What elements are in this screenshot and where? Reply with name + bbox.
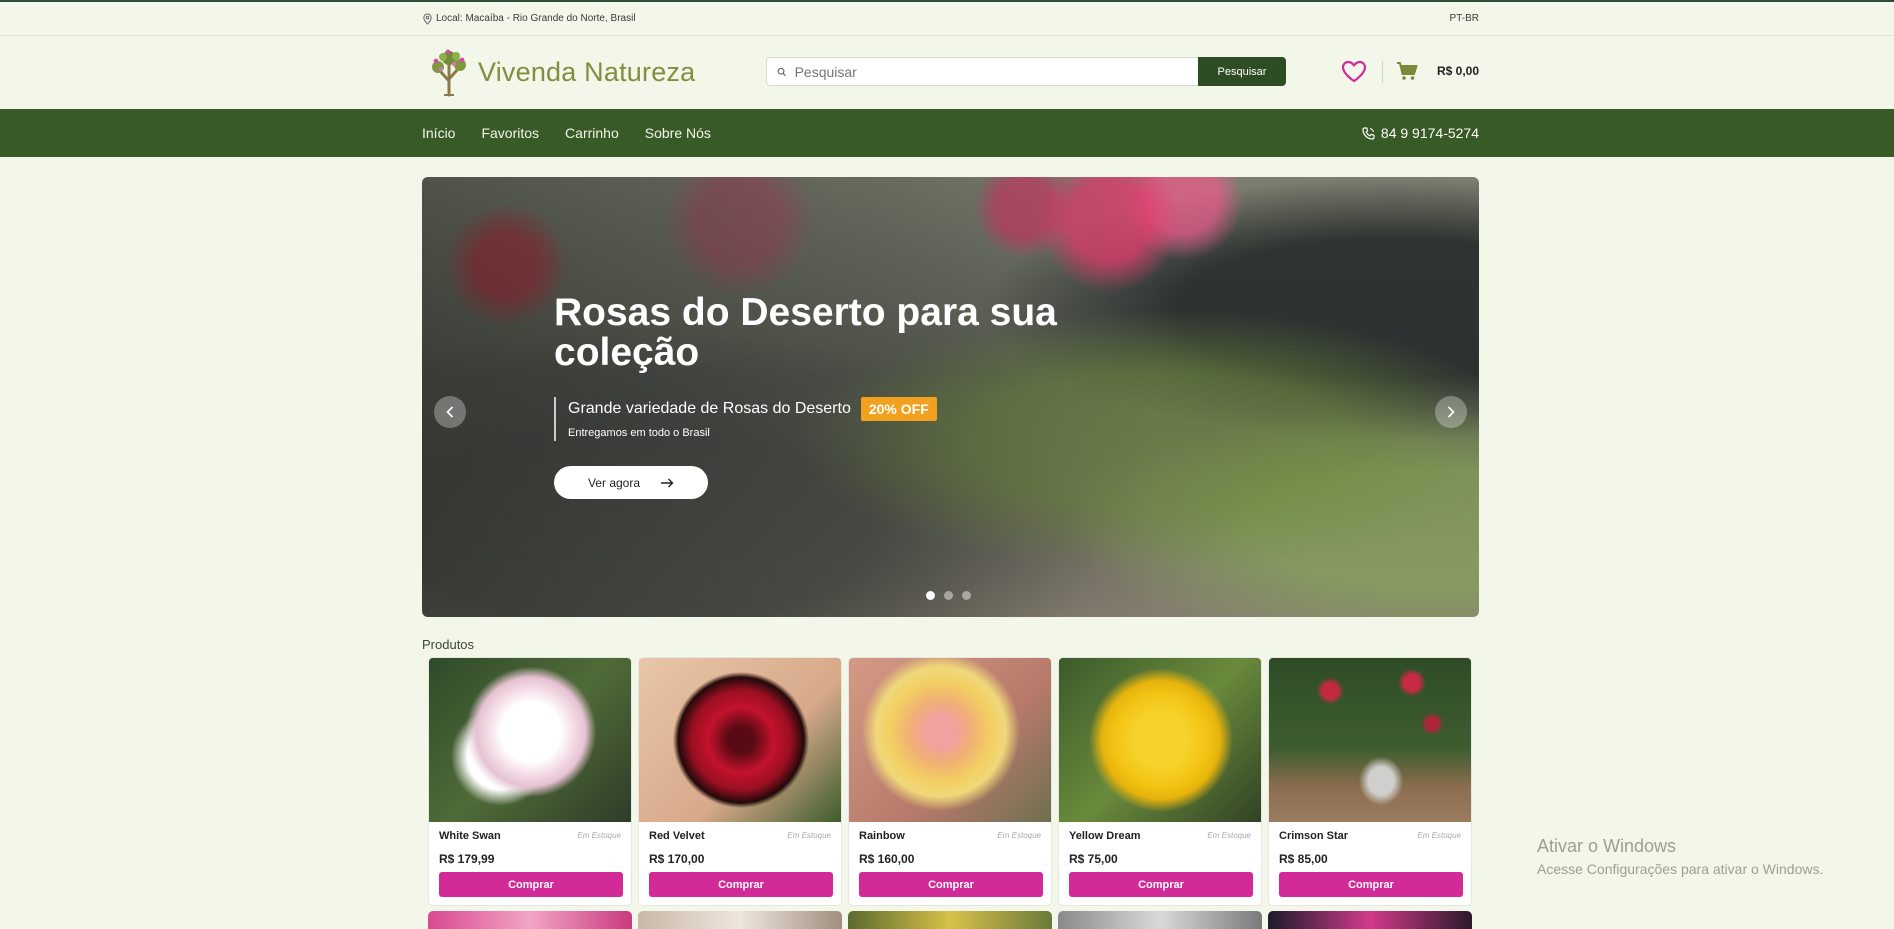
product-name[interactable]: Rainbow [859,830,905,842]
product-grid: White Swan Em Estoque R$ 179,99 Comprar … [428,657,1472,906]
product-image[interactable] [1058,911,1262,929]
carousel-dot[interactable] [944,591,953,600]
product-grid-next-row [428,911,1472,929]
product-price: R$ 75,00 [1069,852,1118,866]
cart-icon[interactable] [1396,61,1418,81]
product-image[interactable] [1059,658,1261,822]
hero-subtext: Entregamos em todo o Brasil [568,427,710,439]
windows-activation-watermark: Ativar o Windows Acesse Configurações pa… [1537,836,1823,877]
product-card[interactable]: White Swan Em Estoque R$ 179,99 Comprar [428,657,632,906]
watermark-text: Acesse Configurações para ativar o Windo… [1537,861,1824,877]
product-price: R$ 179,99 [439,852,495,866]
chevron-right-icon [1447,406,1455,418]
carousel-dot[interactable] [962,591,971,600]
search-field-wrapper [766,57,1198,86]
product-image[interactable] [848,911,1052,929]
product-image[interactable] [1268,911,1472,929]
phone-icon [1362,126,1375,140]
stock-status: Em Estoque [997,831,1041,840]
products-section-title: Produtos [422,637,475,652]
site-header: Vivenda Natureza Pesquisar R$ 0,00 [422,36,1479,108]
nav-item-sobre-nos[interactable]: Sobre Nós [645,125,711,141]
product-card[interactable]: Red Velvet Em Estoque R$ 170,00 Comprar [638,657,842,906]
carousel-prev-button[interactable] [434,396,466,428]
arrow-right-icon [661,478,674,487]
carousel-dots [926,591,971,600]
buy-button[interactable]: Comprar [1279,872,1463,897]
carousel-dot[interactable] [926,591,935,600]
discount-badge: 20% OFF [860,397,937,421]
buy-button[interactable]: Comprar [859,872,1043,897]
search-button[interactable]: Pesquisar [1198,57,1286,86]
product-card[interactable]: Crimson Star Em Estoque R$ 85,00 Comprar [1268,657,1472,906]
stock-status: Em Estoque [577,831,621,840]
main-nav: Início Favoritos Carrinho Sobre Nós 84 9… [422,109,1479,157]
hero-title: Rosas do Deserto para sua coleção [554,291,1057,374]
product-name[interactable]: Red Velvet [649,830,705,842]
search-icon [777,67,787,76]
logo-text: Vivenda Natureza [478,56,696,87]
location-text: Local: Macaíba - Rio Grande do Norte, Br… [436,13,636,24]
buy-button[interactable]: Comprar [439,872,623,897]
product-price: R$ 85,00 [1279,852,1328,866]
carousel-next-button[interactable] [1435,396,1467,428]
hero-subtitle: Grande variedade de Rosas do Deserto [568,400,851,417]
location-pin-icon [423,12,432,25]
see-now-button[interactable]: Ver agora [554,466,708,499]
watermark-title: Ativar o Windows [1537,836,1677,856]
product-image[interactable] [849,658,1051,822]
see-now-label: Ver agora [587,475,641,490]
top-info-bar: Local: Macaíba - Rio Grande do Norte, Br… [422,2,1479,35]
nav-item-inicio[interactable]: Início [422,125,455,141]
heart-icon[interactable] [1341,60,1367,83]
hero-subtitle-block: Grande variedade de Rosas do Deserto 20%… [554,397,937,441]
stock-status: Em Estoque [1417,831,1461,840]
product-price: R$ 160,00 [859,852,915,866]
hero-subtitle-line: Grande variedade de Rosas do Deserto 20%… [568,397,937,421]
phone-contact[interactable]: 84 9 9174-5274 [1362,109,1479,157]
logo[interactable]: Vivenda Natureza [426,47,695,97]
stock-status: Em Estoque [1207,831,1251,840]
cart-total[interactable]: R$ 0,00 [1437,64,1479,78]
product-name[interactable]: Crimson Star [1279,830,1348,842]
stock-status: Em Estoque [787,831,831,840]
product-card[interactable]: Rainbow Em Estoque R$ 160,00 Comprar [848,657,1052,906]
product-image[interactable] [638,911,842,929]
location-info: Local: Macaíba - Rio Grande do Norte, Br… [422,12,636,25]
product-card[interactable]: Yellow Dream Em Estoque R$ 75,00 Comprar [1058,657,1262,906]
buy-button[interactable]: Comprar [649,872,833,897]
tree-logo-icon [432,49,466,97]
hero-carousel: Rosas do Deserto para sua coleção Grande… [422,177,1479,617]
product-image[interactable] [639,658,841,822]
phone-number: 84 9 9174-5274 [1380,125,1479,141]
product-name[interactable]: Yellow Dream [1069,830,1141,842]
divider [1382,61,1383,83]
buy-button[interactable]: Comprar [1069,872,1253,897]
search-input[interactable] [794,63,1198,80]
product-image[interactable] [428,911,632,929]
product-name[interactable]: White Swan [439,830,501,842]
language-selector[interactable]: PT-BR [1450,13,1479,24]
nav-item-favoritos[interactable]: Favoritos [481,125,539,141]
chevron-left-icon [446,406,454,418]
search-bar: Pesquisar [766,57,1286,86]
product-image[interactable] [1269,658,1471,822]
nav-item-carrinho[interactable]: Carrinho [565,125,619,141]
product-image[interactable] [429,658,631,822]
product-price: R$ 170,00 [649,852,705,866]
